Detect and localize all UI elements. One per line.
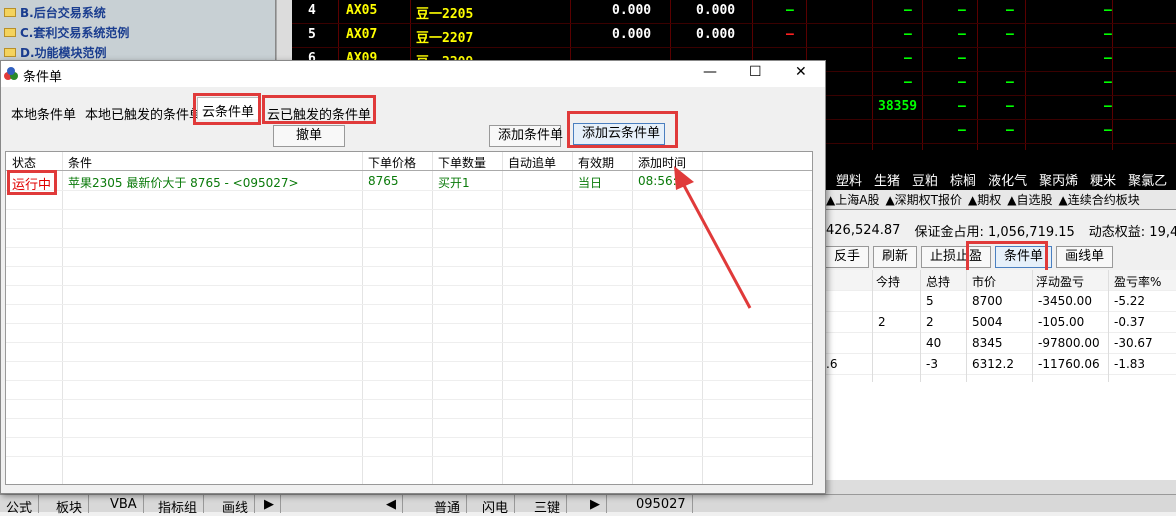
commodity-tab[interactable]: 聚氯乙: [1128, 170, 1167, 189]
tab-scroll-right[interactable]: ▶: [584, 495, 607, 513]
highlight-box: [262, 95, 376, 124]
highlight-box: [567, 111, 678, 148]
folder-icon: [4, 47, 16, 57]
revoke-button[interactable]: 撤单: [273, 125, 345, 147]
account-summary: 426,524.87 保证金占用: 1,056,719.15 动态权益: 19,…: [826, 216, 1176, 244]
dialog-titlebar[interactable]: 条件单 — ☐ ✕: [1, 61, 825, 87]
commodity-tab[interactable]: 聚丙烯: [1039, 170, 1078, 189]
bottom-tab[interactable]: 闪电: [476, 495, 516, 516]
bottom-tab[interactable]: 普通: [428, 495, 468, 516]
highlight-box: [193, 93, 261, 125]
table-row[interactable]: 5 8700 -3450.00 -5.22: [826, 291, 1176, 312]
dialog-tabs: 本地条件单 本地已触发的条件单 云条件单 云已触发的条件单: [1, 95, 825, 125]
app-logo-icon: [3, 66, 19, 82]
tree-item[interactable]: C.套利交易系统范例: [4, 22, 129, 42]
position-table-blank: [826, 382, 1176, 480]
column-header[interactable]: 有效期: [578, 154, 614, 171]
qty-cell: 买开1: [438, 176, 470, 190]
arrow-shaft: [678, 177, 752, 309]
bottom-tabbar: 公式 板块 VBA 指标组 画线 ▶ ◀ 普通 闪电 三键 ▶ 095027: [0, 494, 1176, 516]
highlight-box: [7, 170, 57, 195]
folder-icon: [4, 27, 16, 37]
table-row[interactable]: 40 8345 -97800.00 -30.67: [826, 333, 1176, 354]
bottom-tab[interactable]: 指标组: [152, 495, 205, 516]
commodity-tab[interactable]: 塑料: [836, 170, 862, 189]
bottom-tab[interactable]: 画线: [216, 495, 256, 516]
bottom-tab[interactable]: 板块: [50, 495, 90, 516]
condition-cell: 苹果2305 最新价大于 8765 - <095027>: [68, 176, 299, 190]
column-header[interactable]: 下单数量: [438, 154, 486, 171]
tree-item[interactable]: D.功能模块范例: [4, 42, 107, 62]
folder-icon: [4, 7, 16, 17]
valid-cell: 当日: [578, 176, 603, 190]
close-button[interactable]: ✕: [795, 64, 807, 80]
column-header[interactable]: 自动追单: [508, 154, 556, 171]
bottom-tab[interactable]: VBA: [104, 495, 144, 513]
reverse-button[interactable]: 反手: [826, 246, 870, 268]
tab-scroll-left[interactable]: ◀: [380, 495, 403, 513]
system-tree: B.后台交易系统 C.套利交易系统范例 D.功能模块范例: [0, 0, 276, 60]
commodity-tab[interactable]: 豆粕: [912, 170, 938, 189]
market-tab[interactable]: ▲上海A股: [826, 191, 879, 208]
tab-local-triggered[interactable]: 本地已触发的条件单: [81, 101, 206, 123]
commodity-strip: 塑料 生猪 豆粕 棕榈 液化气 聚丙烯 粳米 聚氯乙: [826, 168, 1176, 190]
column-header[interactable]: 状态: [12, 154, 36, 171]
quote-row[interactable]: 5 AX07 豆一2207 0.000 0.000 — — — — —: [292, 24, 1176, 48]
tree-item[interactable]: B.后台交易系统: [4, 2, 106, 22]
table-header: 今持 总持 市价 浮动盈亏 盈亏率%: [826, 270, 1176, 291]
annotation-arrow: [674, 166, 752, 309]
market-tab[interactable]: ▲自选股: [1007, 191, 1052, 208]
draw-line-order-button[interactable]: 画线单: [1056, 246, 1114, 268]
add-condition-button[interactable]: 添加条件单: [489, 125, 563, 147]
column-header[interactable]: 条件: [68, 154, 92, 171]
horizontal-scrollbar[interactable]: [826, 480, 1176, 494]
column-header[interactable]: 下单价格: [368, 154, 416, 171]
maximize-button[interactable]: ☐: [749, 64, 762, 80]
market-tabs: ▲上海A股 ▲深期权T报价 ▲期权 ▲自选股 ▲连续合约板块: [826, 190, 1176, 210]
commodity-tab[interactable]: 液化气: [988, 170, 1027, 189]
table-row[interactable]: .6 -3 6312.2 -11760.06 -1.83: [826, 354, 1176, 375]
commodity-tab[interactable]: 棕榈: [950, 170, 976, 189]
tab-scroll-right[interactable]: ▶: [258, 495, 281, 513]
commodity-tab[interactable]: 粳米: [1090, 170, 1116, 189]
bottom-tab[interactable]: 三键: [528, 495, 568, 516]
quote-row[interactable]: 4 AX05 豆一2205 0.000 0.000 — — — — —: [292, 0, 1176, 24]
table-row[interactable]: 2 2 5004 -105.00 -0.37: [826, 312, 1176, 333]
market-tab[interactable]: ▲期权: [968, 191, 1001, 208]
tree-scrollbar[interactable]: [276, 0, 292, 60]
minimize-button[interactable]: —: [703, 64, 717, 80]
dialog-title: 条件单: [23, 70, 63, 85]
market-tab[interactable]: ▲连续合约板块: [1058, 191, 1139, 208]
bottom-tab[interactable]: 公式: [0, 495, 40, 516]
commodity-tab[interactable]: 生猪: [874, 170, 900, 189]
position-table: 今持 总持 市价 浮动盈亏 盈亏率% 5 8700 -3450.00 -5.22…: [826, 270, 1176, 382]
quote-spacer: [826, 150, 1176, 168]
tab-local-condition[interactable]: 本地条件单: [7, 101, 80, 123]
code-field[interactable]: 095027: [630, 495, 693, 513]
refresh-button[interactable]: 刷新: [873, 246, 918, 268]
arrow-head: [674, 166, 694, 190]
price-cell: 8765: [368, 174, 399, 188]
market-tab[interactable]: ▲深期权T报价: [885, 191, 962, 208]
